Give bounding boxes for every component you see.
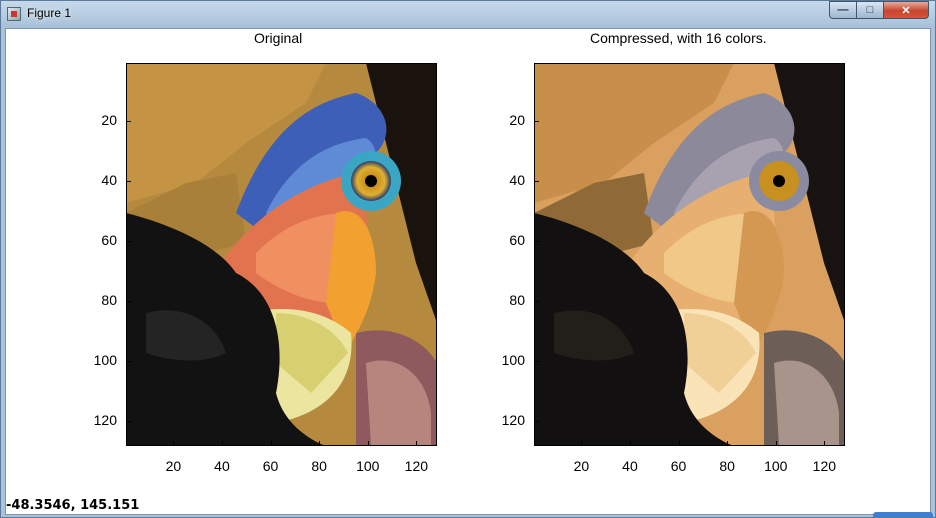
maximize-icon: □ <box>866 4 874 16</box>
y-tick-mark <box>534 360 539 362</box>
y-tick-label: 60 <box>509 232 525 249</box>
maximize-button[interactable]: □ <box>856 1 883 19</box>
window-title: Figure 1 <box>27 6 72 20</box>
window-controls: — □ ✕ <box>829 1 929 19</box>
x-tick-mark <box>581 441 583 446</box>
image-axes-compressed[interactable] <box>534 63 845 446</box>
y-tick-mark <box>534 121 539 123</box>
y-tick-mark <box>126 420 131 422</box>
x-tick-label: 80 <box>719 458 735 474</box>
x-tick-mark <box>221 441 223 446</box>
minimize-button[interactable]: — <box>829 1 856 19</box>
y-tick-mark <box>534 300 539 302</box>
x-tick-label: 60 <box>670 458 687 474</box>
y-tick-label: 40 <box>509 172 525 189</box>
close-icon: ✕ <box>901 4 911 17</box>
x-tick-mark <box>416 441 418 446</box>
y-tick-label: 20 <box>509 112 525 129</box>
x-tick-label: 120 <box>812 458 837 474</box>
x-tick-mark <box>629 441 631 446</box>
y-tick-label: 100 <box>93 351 117 368</box>
x-tick-mark <box>319 441 321 446</box>
close-button[interactable]: ✕ <box>883 1 929 19</box>
x-tick-label: 20 <box>573 458 590 474</box>
x-tick-label: 100 <box>356 458 380 474</box>
y-tick-label: 120 <box>93 411 117 428</box>
x-tick-mark <box>367 441 369 446</box>
figure-app-icon[interactable] <box>7 7 21 21</box>
y-tick-label: 100 <box>501 351 525 368</box>
minimize-icon: — <box>837 4 849 16</box>
x-tick-label: 100 <box>764 458 788 474</box>
subplot-title-compressed: Compressed, with 16 colors. <box>590 30 767 46</box>
x-tick-label: 60 <box>262 458 279 474</box>
y-tick-mark <box>126 300 131 302</box>
x-tick-label: 40 <box>214 458 230 474</box>
x-tick-label: 80 <box>311 458 327 474</box>
x-tick-mark <box>270 441 272 446</box>
y-tick-mark <box>534 241 539 243</box>
x-tick-mark <box>173 441 175 446</box>
x-tick-mark <box>678 441 680 446</box>
y-tick-mark <box>534 420 539 422</box>
y-tick-label: 60 <box>101 232 117 249</box>
image-axes-original[interactable] <box>126 63 437 446</box>
y-tick-mark <box>126 241 131 243</box>
x-tick-label: 40 <box>622 458 638 474</box>
x-tick-mark <box>727 441 729 446</box>
x-tick-label: 20 <box>165 458 182 474</box>
y-tick-mark <box>126 181 131 183</box>
title-bar[interactable]: Figure 1 — □ ✕ <box>1 1 935 27</box>
x-tick-mark <box>775 441 777 446</box>
x-tick-label: 120 <box>404 458 429 474</box>
y-tick-mark <box>126 121 131 123</box>
y-tick-label: 120 <box>501 411 525 428</box>
subplot-title-original: Original <box>254 30 303 46</box>
y-tick-mark <box>126 360 131 362</box>
pointer-coordinates-readout: -48.3546, 145.151 <box>6 498 140 513</box>
y-tick-label: 20 <box>101 112 117 129</box>
y-tick-label: 40 <box>101 172 117 189</box>
taskbar-corner-badge <box>873 512 933 517</box>
x-tick-mark <box>824 441 826 446</box>
y-tick-mark <box>534 181 539 183</box>
figure-window: Figure 1 — □ ✕ Original Compressed, with… <box>0 0 936 518</box>
y-tick-label: 80 <box>101 291 117 308</box>
y-tick-label: 80 <box>509 291 525 308</box>
